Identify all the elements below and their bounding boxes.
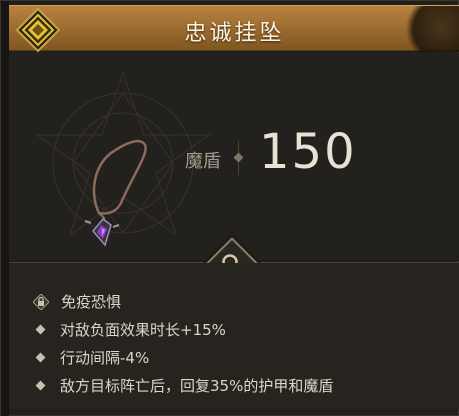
diamond-bullet-icon	[35, 380, 46, 391]
stat-label-magic-shield: 魔盾	[185, 151, 221, 172]
effect-text: 免疫恐惧	[61, 293, 122, 311]
item-overview: 魔盾 150	[9, 53, 459, 261]
effect-item: 对敌负面效果时长+15%	[33, 319, 226, 340]
diamond-bullet-icon	[35, 324, 46, 335]
effect-text: 敌方目标阵亡后，回复35%的护甲和魔盾	[60, 377, 334, 395]
header-ornament-decoration	[400, 6, 459, 52]
effect-item: 行动间隔-4%	[33, 347, 149, 368]
stat-value-magic-shield: 150	[259, 124, 357, 180]
tooltip-header: 忠诚挂坠	[9, 5, 459, 52]
item-effects: 免疫恐惧 对敌负面效果时长+15% 行动间隔-4% 敌方目标阵亡后，回复35%的…	[9, 263, 459, 409]
lock-icon	[33, 293, 49, 310]
item-rarity-emblem-icon	[15, 7, 61, 53]
item-tooltip-panel: 忠诚挂坠 魔盾 150 免疫恐惧 对敌负面效果时长+15% 行动间隔-4% 敌方…	[0, 0, 459, 416]
effect-text: 行动间隔-4%	[60, 349, 150, 367]
stat-divider-dot	[233, 152, 244, 163]
effect-item: 敌方目标阵亡后，回复35%的护甲和魔盾	[33, 375, 333, 396]
effect-item: 免疫恐惧	[33, 291, 121, 312]
item-title: 忠诚挂坠	[184, 21, 285, 46]
panel-left-edge	[1, 1, 9, 416]
diamond-bullet-icon	[35, 352, 46, 363]
pendant-item-icon	[84, 139, 147, 247]
effect-text: 对敌负面效果时长+15%	[60, 321, 226, 339]
